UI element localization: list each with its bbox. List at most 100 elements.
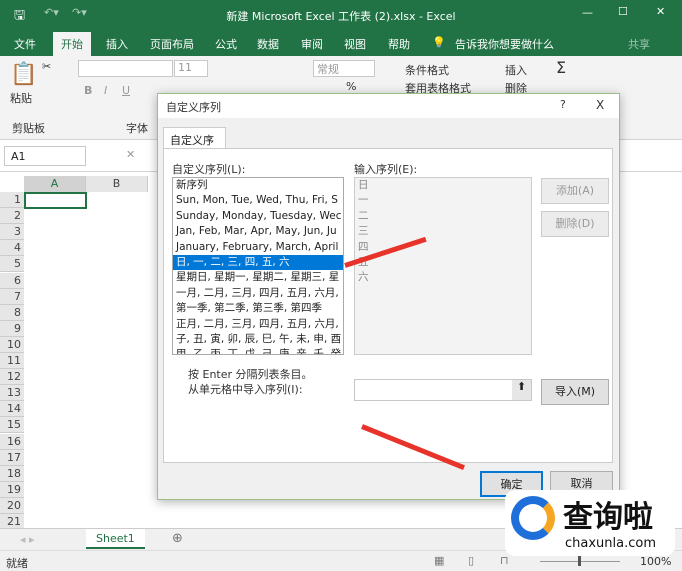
tab-review[interactable]: 审阅 bbox=[301, 36, 323, 52]
tab-page-layout[interactable]: 页面布局 bbox=[150, 36, 194, 52]
entry-line: 一 bbox=[358, 194, 369, 207]
row-header[interactable]: 18 bbox=[0, 465, 24, 482]
font-name-select[interactable] bbox=[78, 60, 173, 77]
tab-custom-lists[interactable]: 自定义序列 bbox=[163, 127, 226, 163]
underline-button[interactable]: U bbox=[122, 84, 130, 97]
add-button[interactable]: 添加(A) bbox=[541, 178, 609, 204]
close-window-button[interactable]: ✕ bbox=[656, 5, 665, 18]
status-ready: 就绪 bbox=[6, 557, 28, 570]
bold-button[interactable]: B bbox=[84, 84, 92, 97]
sheet-tab-sheet1[interactable]: Sheet1 bbox=[86, 529, 145, 549]
row-header[interactable]: 14 bbox=[0, 401, 24, 418]
delete-button[interactable]: 删除(D) bbox=[541, 211, 609, 237]
list-item[interactable]: 星期日, 星期一, 星期二, 星期三, 星 bbox=[173, 270, 343, 285]
list-item[interactable]: 子, 丑, 寅, 卯, 辰, 巳, 午, 未, 申, 酉 bbox=[173, 332, 343, 347]
window-title: 新建 Microsoft Excel 工作表 (2).xlsx - Excel bbox=[226, 10, 456, 23]
lightbulb-icon: 💡 bbox=[432, 36, 446, 49]
collapse-dialog-icon[interactable]: ⬆ bbox=[512, 380, 531, 400]
tab-view[interactable]: 视图 bbox=[344, 36, 366, 52]
list-item[interactable]: Sunday, Monday, Tuesday, Wec bbox=[173, 209, 343, 224]
watermark: 查询啦 chaxunla.com bbox=[505, 490, 675, 556]
percent-button[interactable]: % bbox=[346, 80, 356, 93]
number-format-select[interactable]: 常规 bbox=[313, 60, 375, 77]
conditional-format-button[interactable]: 条件格式 bbox=[405, 62, 449, 78]
clipboard-group-label: 剪贴板 bbox=[12, 122, 45, 135]
dialog-close-button[interactable]: X bbox=[596, 98, 604, 112]
maximize-button[interactable]: ☐ bbox=[618, 5, 628, 18]
share-button[interactable]: 共享 bbox=[628, 36, 650, 52]
insert-cells-button[interactable]: 插入 bbox=[505, 62, 527, 78]
tab-formulas[interactable]: 公式 bbox=[215, 36, 237, 52]
list-item[interactable]: 一月, 二月, 三月, 四月, 五月, 六月, bbox=[173, 286, 343, 301]
row-header[interactable]: 10 bbox=[0, 336, 24, 353]
column-header[interactable]: B bbox=[86, 176, 148, 192]
list-item[interactable]: Jan, Feb, Mar, Apr, May, Jun, Ju bbox=[173, 224, 343, 239]
title-bar: 🖫 ↶▾ ↷▾ 新建 Microsoft Excel 工作表 (2).xlsx … bbox=[0, 0, 682, 30]
sheet-scroll-icon[interactable]: ◂ ▸ bbox=[20, 533, 35, 546]
paste-icon[interactable]: 📋 bbox=[10, 62, 37, 87]
list-item[interactable]: 日, 一, 二, 三, 四, 五, 六 bbox=[173, 254, 343, 271]
add-sheet-icon[interactable]: ⊕ bbox=[172, 531, 183, 546]
minimize-button[interactable]: — bbox=[582, 6, 593, 19]
font-size-select[interactable]: 11 bbox=[174, 60, 208, 77]
row-header[interactable]: 13 bbox=[0, 385, 24, 402]
list-item[interactable]: 正月, 二月, 三月, 四月, 五月, 六月, bbox=[173, 317, 343, 332]
row-header[interactable]: 3 bbox=[0, 224, 24, 241]
entry-line: 三 bbox=[358, 225, 369, 238]
dialog-title: 自定义序列 bbox=[166, 101, 221, 114]
zoom-slider-thumb[interactable] bbox=[578, 556, 581, 566]
row-header[interactable]: 17 bbox=[0, 449, 24, 466]
row-header[interactable]: 2 bbox=[0, 208, 24, 225]
normal-view-icon[interactable]: ▦ bbox=[434, 554, 444, 567]
row-header[interactable]: 15 bbox=[0, 417, 24, 434]
zoom-level[interactable]: 100% bbox=[640, 555, 671, 568]
row-header[interactable]: 8 bbox=[0, 304, 24, 321]
row-header[interactable]: 5 bbox=[0, 256, 24, 273]
ribbon-tabs: 文件 开始 插入 页面布局 公式 数据 审阅 视图 帮助 💡 告诉我你想要做什么… bbox=[0, 30, 682, 56]
row-header[interactable]: 1 bbox=[0, 192, 24, 208]
row-header[interactable]: 11 bbox=[0, 353, 24, 369]
row-header[interactable]: 7 bbox=[0, 288, 24, 305]
tab-help[interactable]: 帮助 bbox=[388, 36, 410, 52]
hint-text: 按 Enter 分隔列表条目。 bbox=[188, 368, 313, 381]
watermark-url: chaxunla.com bbox=[565, 536, 656, 551]
custom-lists-label: 自定义序列(L): bbox=[172, 163, 246, 176]
list-item[interactable]: 第一季, 第二季, 第三季, 第四季 bbox=[173, 301, 343, 316]
tab-insert[interactable]: 插入 bbox=[106, 36, 128, 52]
import-range-input[interactable] bbox=[354, 379, 532, 401]
list-item[interactable]: Sun, Mon, Tue, Wed, Thu, Fri, S bbox=[173, 193, 343, 208]
row-header[interactable]: 12 bbox=[0, 369, 24, 386]
cancel-formula-icon[interactable]: ✕ bbox=[126, 148, 135, 161]
italic-button[interactable]: I bbox=[104, 84, 107, 97]
selected-cell-a1[interactable] bbox=[24, 192, 87, 209]
tab-home[interactable]: 开始 bbox=[53, 32, 91, 56]
row-header[interactable]: 19 bbox=[0, 481, 24, 498]
paste-label[interactable]: 粘贴 bbox=[10, 90, 32, 106]
row-header[interactable]: 4 bbox=[0, 240, 24, 257]
entry-line: 六 bbox=[358, 271, 369, 284]
custom-lists-listbox[interactable]: 新序列 Sun, Mon, Tue, Wed, Thu, Fri, S Sunday… bbox=[172, 177, 344, 355]
dialog-title-bar: 自定义序列 ? X bbox=[158, 94, 619, 118]
help-button[interactable]: ? bbox=[560, 98, 566, 111]
tell-me-search[interactable]: 告诉我你想要做什么 bbox=[455, 36, 554, 52]
cut-icon[interactable]: ✂ bbox=[42, 60, 51, 73]
list-item[interactable]: 甲, 乙, 丙, 丁, 戊, 己, 庚, 辛, 壬, 癸 bbox=[173, 347, 343, 354]
autosum-icon[interactable]: Σ bbox=[556, 58, 566, 77]
page-break-view-icon[interactable]: ⊓ bbox=[500, 554, 509, 567]
name-box[interactable]: A1 bbox=[4, 146, 86, 166]
list-item[interactable]: 新序列 bbox=[173, 178, 343, 193]
column-header[interactable]: A bbox=[24, 176, 86, 192]
dialog-panel: 自定义序列(L): 新序列 Sun, Mon, Tue, Wed, Thu, Fr… bbox=[163, 148, 613, 463]
import-label: 从单元格中导入序列(I): bbox=[188, 383, 303, 396]
list-entries-textarea[interactable]: 日一二三四五六 bbox=[354, 177, 532, 355]
row-header[interactable]: 16 bbox=[0, 433, 24, 450]
row-header[interactable]: 6 bbox=[0, 272, 24, 289]
tab-data[interactable]: 数据 bbox=[257, 36, 279, 52]
tab-file[interactable]: 文件 bbox=[14, 36, 36, 52]
row-header[interactable]: 20 bbox=[0, 497, 24, 514]
row-header[interactable]: 9 bbox=[0, 320, 24, 337]
list-item[interactable]: January, February, March, April bbox=[173, 240, 343, 255]
page-layout-view-icon[interactable]: ▯ bbox=[468, 554, 474, 567]
entry-line: 二 bbox=[358, 209, 369, 222]
import-button[interactable]: 导入(M) bbox=[541, 379, 609, 405]
